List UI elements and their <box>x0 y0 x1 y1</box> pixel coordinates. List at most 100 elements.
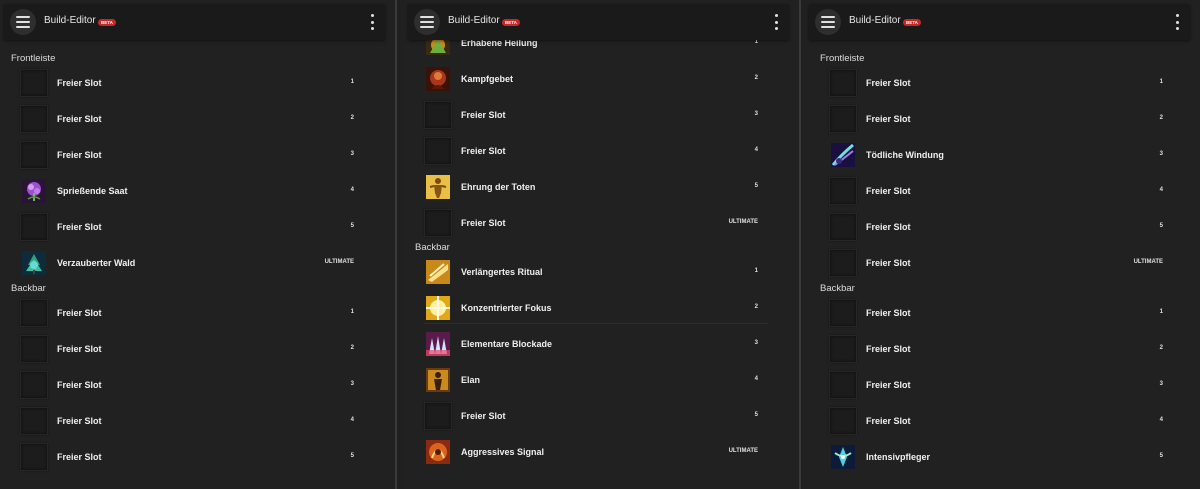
beta-badge: BETA <box>903 19 921 26</box>
slot-number: 3 <box>350 381 354 387</box>
slot-row[interactable]: Freier Slot ULTIMATE <box>424 208 768 238</box>
skill-name: Ehrung der Toten <box>461 182 536 192</box>
skill-name: Freier Slot <box>866 186 911 196</box>
slot-number: ULTIMATE <box>728 219 758 225</box>
slot-number: 3 <box>1159 381 1163 387</box>
slot-number: 2 <box>754 304 758 310</box>
skill-name: Freier Slot <box>461 146 506 156</box>
slot-row[interactable]: Sprießende Saat 4 <box>20 176 364 206</box>
skill-name: Freier Slot <box>57 114 102 124</box>
slot-number: 1 <box>1159 309 1163 315</box>
slot-row[interactable]: Freier Slot 3 <box>20 370 364 400</box>
slot-row[interactable]: Ehrung der Toten 5 <box>424 172 768 202</box>
slot-row[interactable]: Freier Slot 5 <box>20 442 364 472</box>
skill-name: Freier Slot <box>57 452 102 462</box>
empty-slot-icon <box>424 101 452 129</box>
slot-row[interactable]: Verlängertes Ritual 1 <box>424 257 768 287</box>
skill-name: Elan <box>461 375 481 385</box>
skill-name: Freier Slot <box>57 416 102 426</box>
combat-prayer-icon <box>426 67 450 91</box>
skill-name: Sprießende Saat <box>57 186 128 196</box>
skill-name: Freier Slot <box>57 222 102 232</box>
slot-row[interactable]: Freier Slot 4 <box>424 136 768 166</box>
build-editor-panel-1: Build-Editor BETA Frontleiste Freier Slo… <box>0 0 395 489</box>
skill-name: Verzauberter Wald <box>57 258 136 268</box>
skill-name: Freier Slot <box>57 380 102 390</box>
more-options-icon[interactable] <box>773 14 779 30</box>
empty-slot-icon <box>829 407 857 435</box>
more-options-icon[interactable] <box>369 14 375 30</box>
slot-number: 4 <box>1159 417 1163 423</box>
slot-row[interactable]: Freier Slot 4 <box>829 406 1173 436</box>
empty-slot-icon <box>829 335 857 363</box>
slot-row[interactable]: Konzentrierter Fokus 2 <box>424 293 768 324</box>
skill-name: Elementare Blockade <box>461 339 553 349</box>
skill-name: Freier Slot <box>57 344 102 354</box>
skill-name: Freier Slot <box>461 110 506 120</box>
slot-number: 3 <box>754 111 758 117</box>
slot-number: 5 <box>754 183 758 189</box>
slot-number: 4 <box>754 147 758 153</box>
enchanted-forest-icon <box>22 251 46 275</box>
slot-number: 4 <box>754 376 758 382</box>
skill-name: Freier Slot <box>866 344 911 354</box>
skill-name: Tödliche Windung <box>866 150 944 160</box>
skill-name: Freier Slot <box>866 222 911 232</box>
slot-row[interactable]: Elan 4 <box>424 365 768 395</box>
hamburger-menu-icon[interactable] <box>10 9 36 35</box>
slot-row[interactable]: Tödliche Windung 3 <box>829 140 1173 170</box>
slot-row[interactable]: Freier Slot 1 <box>20 68 364 98</box>
slot-row[interactable]: Freier Slot 2 <box>829 104 1173 134</box>
skill-name: Freier Slot <box>57 308 102 318</box>
slot-number: 1 <box>1159 79 1163 85</box>
empty-slot-icon <box>829 177 857 205</box>
slot-row[interactable]: Kampfgebet 2 <box>424 64 768 94</box>
hamburger-menu-icon[interactable] <box>815 9 841 35</box>
skill-name: Verlängertes Ritual <box>461 267 543 277</box>
slot-row[interactable]: Freier Slot 5 <box>424 401 768 431</box>
slot-number: 5 <box>1159 453 1163 459</box>
slot-number: 4 <box>350 417 354 423</box>
slot-row[interactable]: Freier Slot 2 <box>20 334 364 364</box>
slot-row[interactable]: Verzauberter Wald ULTIMATE <box>20 248 364 278</box>
slot-row[interactable]: Intensivpfleger 5 <box>829 442 1173 472</box>
skill-name: Freier Slot <box>866 258 911 268</box>
more-options-icon[interactable] <box>1174 14 1180 30</box>
slot-row[interactable]: Freier Slot 5 <box>20 212 364 242</box>
hamburger-menu-icon[interactable] <box>414 9 440 35</box>
slot-row[interactable]: Freier Slot 2 <box>20 104 364 134</box>
slot-number: 5 <box>754 412 758 418</box>
slot-row[interactable]: Freier Slot 1 <box>829 68 1173 98</box>
slot-row[interactable]: Freier Slot 3 <box>829 370 1173 400</box>
slot-row[interactable]: Freier Slot 4 <box>20 406 364 436</box>
skill-name: Freier Slot <box>57 150 102 160</box>
slot-number: 1 <box>754 268 758 274</box>
skill-name: Freier Slot <box>461 218 506 228</box>
elan-icon <box>426 368 450 392</box>
empty-slot-icon <box>829 69 857 97</box>
app-bar: Build-Editor BETA <box>408 4 789 40</box>
sprouting-seed-icon <box>22 179 46 203</box>
slot-row[interactable]: Freier Slot ULTIMATE <box>829 248 1173 278</box>
empty-slot-icon <box>829 249 857 277</box>
slot-row[interactable]: Freier Slot 3 <box>20 140 364 170</box>
slot-row[interactable]: Freier Slot 5 <box>829 212 1173 242</box>
empty-slot-icon <box>20 299 48 327</box>
slot-row[interactable]: Elementare Blockade 3 <box>424 329 768 359</box>
section-backbar: Backbar <box>820 283 855 294</box>
slot-row[interactable]: Freier Slot 4 <box>829 176 1173 206</box>
slot-row[interactable]: Aggressives Signal ULTIMATE <box>424 437 768 467</box>
empty-slot-icon <box>829 213 857 241</box>
empty-slot-icon <box>20 407 48 435</box>
slot-number: 1 <box>350 309 354 315</box>
empty-slot-icon <box>20 105 48 133</box>
slot-row[interactable]: Freier Slot 2 <box>829 334 1173 364</box>
empty-slot-icon <box>20 371 48 399</box>
section-backbar: Backbar <box>415 242 450 253</box>
slot-row[interactable]: Freier Slot 3 <box>424 100 768 130</box>
slot-row[interactable]: Freier Slot 1 <box>20 298 364 328</box>
skill-name: Freier Slot <box>461 411 506 421</box>
skill-name: Intensivpfleger <box>866 452 931 462</box>
beta-badge: BETA <box>502 19 520 26</box>
slot-row[interactable]: Freier Slot 1 <box>829 298 1173 328</box>
